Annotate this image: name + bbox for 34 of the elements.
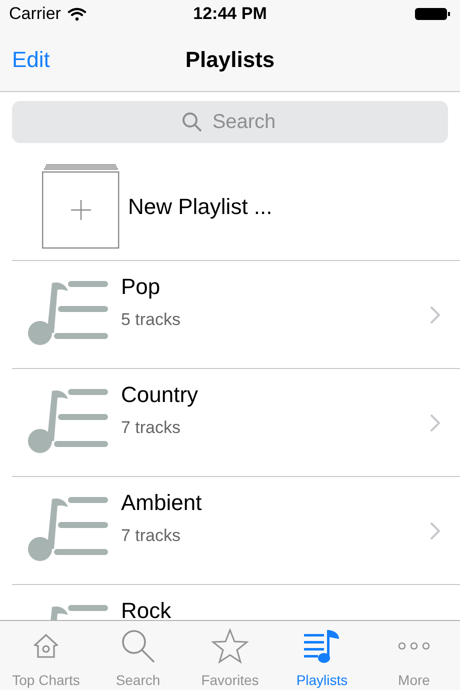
track-count: 5 tracks: [121, 309, 182, 331]
playlist-row[interactable]: Ambient 7 tracks: [12, 477, 460, 585]
battery-icon: [415, 7, 451, 21]
chevron-icon: [430, 522, 440, 540]
tab-item[interactable]: More: [368, 621, 460, 690]
search-icon: [120, 628, 156, 664]
new-playlist-row[interactable]: New Playlist ...: [12, 153, 460, 261]
add-playlist-icon: [42, 164, 120, 250]
search-icon: [182, 112, 202, 132]
more-icon: [397, 640, 431, 650]
tab-item[interactable]: Favorites: [184, 621, 276, 690]
carrier-label: Carrier: [9, 3, 61, 26]
playlist-row[interactable]: Pop 5 tracks: [12, 261, 460, 369]
track-count: 7 tracks: [121, 417, 182, 439]
tab-item[interactable]: Top Charts: [0, 621, 92, 690]
chevron-icon: [430, 414, 440, 432]
playlist-name: Rock: [121, 597, 172, 620]
house-icon: [31, 632, 61, 660]
edit-button[interactable]: Edit: [12, 43, 50, 76]
new-playlist-label: New Playlist ...: [128, 193, 272, 221]
track-count: 7 tracks: [121, 525, 182, 547]
playlist-name: Country: [121, 381, 200, 409]
playlist-name: Ambient: [121, 489, 203, 517]
chevron-icon: [430, 306, 440, 324]
tab-item[interactable]: Playlists: [276, 621, 368, 690]
star-icon: [211, 628, 249, 664]
status-time: 12:44 PM: [193, 3, 267, 26]
music-list-icon: [303, 628, 341, 664]
playlist-name: Pop: [121, 273, 162, 301]
search-field[interactable]: Search: [12, 101, 448, 143]
tab-item[interactable]: Search: [92, 621, 184, 690]
playlist-row[interactable]: Country 7 tracks: [12, 369, 460, 477]
wifi-icon: [66, 7, 87, 21]
nav-title: Playlists: [185, 46, 275, 74]
